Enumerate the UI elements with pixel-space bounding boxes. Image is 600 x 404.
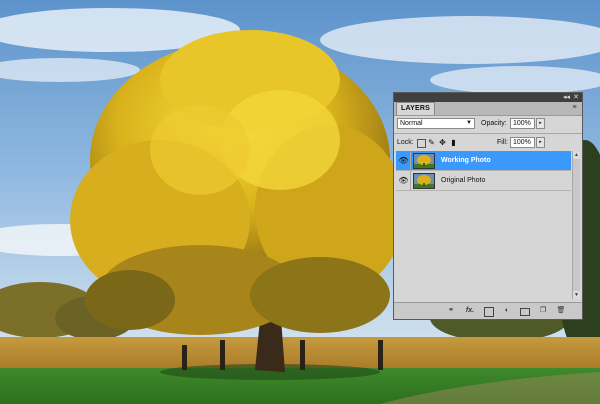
lock-brush-icon[interactable]: ✎ [427,138,436,147]
adjustment-icon[interactable]: ◐ [502,306,512,316]
collapse-panel-icon[interactable]: ◂◂ [563,93,570,102]
layers-bottom-toolbar: ⚭ fx. ◐ ❐ 🗑 [394,302,582,319]
layer-name: Original Photo [441,177,486,184]
layers-panel: ◂◂ ✕ LAYERS ≡ Normal ▼ Opacity: 100% ▸ L… [393,92,583,320]
layers-scrollbar[interactable]: ▲ ▼ [572,151,580,299]
divider [410,151,411,171]
eye-icon[interactable]: 👁 [397,174,410,188]
chevron-down-icon: ▼ [466,120,472,126]
opacity-label: Opacity: [481,120,507,127]
group-icon[interactable] [520,308,530,316]
divider [394,133,582,134]
fx-icon[interactable]: fx. [464,306,476,316]
layer-name: Working Photo [441,157,491,164]
fill-label: Fill: [497,139,508,146]
close-panel-icon[interactable]: ✕ [573,93,579,102]
panel-title-bar[interactable]: ◂◂ ✕ [394,93,582,102]
scroll-down-icon[interactable]: ▼ [573,291,580,299]
blend-mode-value: Normal [400,120,423,127]
trash-icon[interactable]: 🗑 [556,306,566,316]
layer-thumbnail [413,173,435,189]
lock-all-icon[interactable]: ▮ [449,138,458,147]
layer-row-original-photo[interactable]: 👁 Original Photo [396,171,571,191]
blend-mode-select[interactable]: Normal ▼ [397,118,475,129]
lock-move-icon[interactable]: ✥ [438,138,447,147]
panel-tab-row: LAYERS ≡ [394,102,582,116]
opacity-input[interactable]: 100% [510,118,535,129]
layer-thumbnail [413,153,435,169]
panel-menu-icon[interactable]: ≡ [570,104,579,112]
layers-list: 👁 Working Photo 👁 Original Photo [396,151,571,299]
fill-slider-button[interactable]: ▸ [536,137,545,148]
layer-row-working-photo[interactable]: 👁 Working Photo [396,151,571,171]
link-icon[interactable]: ⚭ [446,306,456,316]
mask-icon[interactable] [484,307,494,317]
fill-input[interactable]: 100% [510,137,535,148]
lock-fill-row: Lock: ✎ ✥ ▮ Fill: 100% ▸ [397,137,579,149]
tree-thumbnail-icon [414,174,434,188]
opacity-slider-button[interactable]: ▸ [536,118,545,129]
eye-icon[interactable]: 👁 [397,154,410,168]
scroll-up-icon[interactable]: ▲ [573,151,580,159]
lock-label: Lock: [397,139,414,146]
divider [410,171,411,191]
lock-transparency-icon[interactable] [417,139,426,148]
tab-layers[interactable]: LAYERS [396,102,435,115]
tree-thumbnail-icon [414,154,434,168]
new-layer-icon[interactable]: ❐ [538,306,548,316]
blend-opacity-row: Normal ▼ Opacity: 100% ▸ [397,118,579,130]
